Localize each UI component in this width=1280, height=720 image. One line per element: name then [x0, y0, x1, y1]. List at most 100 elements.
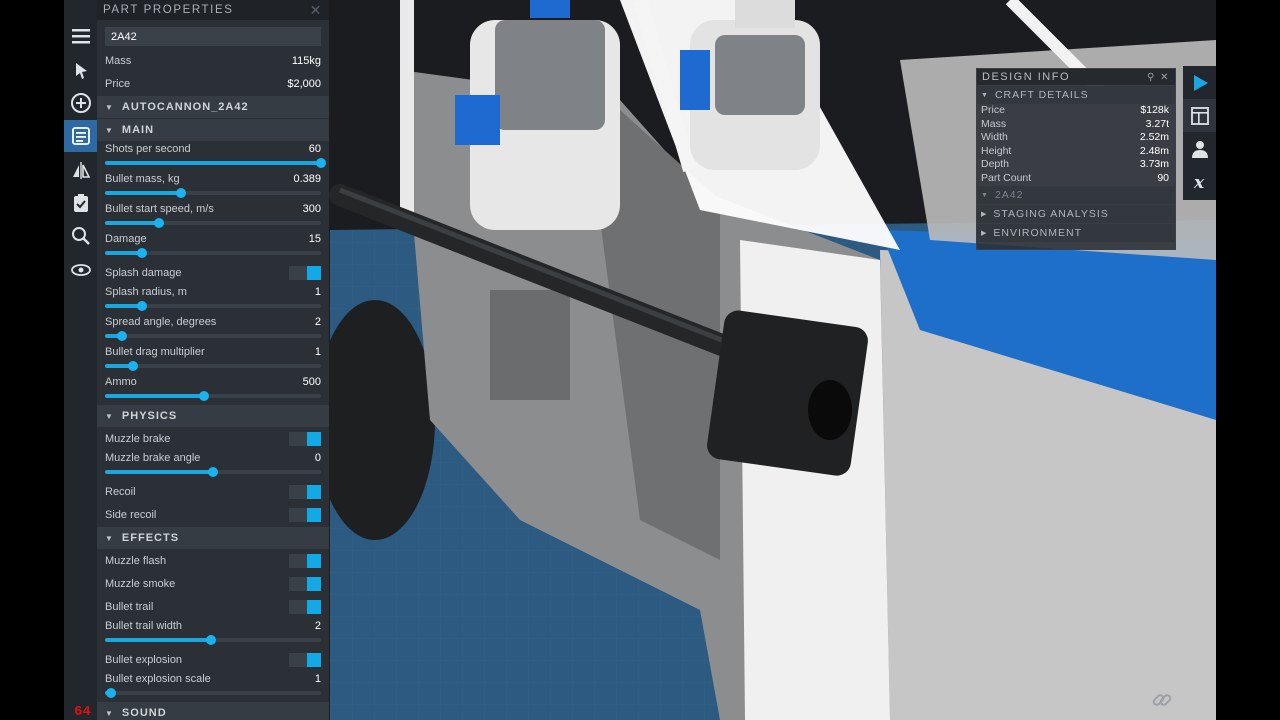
- section-sound[interactable]: ▼ SOUND: [97, 702, 329, 720]
- spread-angle-slider-handle[interactable]: [117, 331, 128, 341]
- craft-detail-value: 2.48m: [1139, 144, 1169, 157]
- price-label: Price: [105, 77, 131, 90]
- splash-damage-toggle[interactable]: [289, 265, 321, 280]
- staging-analysis-section[interactable]: ▶ STAGING ANALYSIS: [977, 205, 1175, 223]
- variables-icon[interactable]: x: [1183, 165, 1216, 198]
- bullet-trail-row: Bullet trail: [97, 595, 329, 618]
- play-icon[interactable]: [1183, 66, 1216, 99]
- bullet-trail-width-slider-handle[interactable]: [205, 635, 216, 645]
- design-info-title-bar: DESIGN INFO ⚲ ✕: [977, 69, 1175, 85]
- muzzle-brake-angle-row: Muzzle brake angle 0: [97, 450, 329, 480]
- part-properties-icon[interactable]: [64, 120, 97, 152]
- symmetry-icon[interactable]: [64, 154, 97, 186]
- bullet-mass-row: Bullet mass, kg 0.389: [97, 171, 329, 201]
- close-icon[interactable]: ✕: [310, 2, 323, 19]
- bullet-start-speed-slider[interactable]: [105, 218, 321, 228]
- muzzle-brake-angle-slider-handle[interactable]: [208, 467, 218, 477]
- price-row: Price $2,000: [97, 72, 329, 95]
- expand-triangle-icon: ▶: [981, 230, 988, 237]
- muzzle-brake-label: Muzzle brake: [105, 432, 171, 445]
- bullet-explosion-scale-slider-handle[interactable]: [106, 688, 117, 698]
- crew-icon[interactable]: [1183, 132, 1216, 165]
- pin-icon[interactable]: ⚲: [1147, 72, 1156, 83]
- bullet-explosion-toggle[interactable]: [289, 652, 321, 667]
- spread-angle-value: 2: [314, 316, 321, 328]
- close-icon[interactable]: ✕: [1160, 72, 1170, 83]
- side-recoil-row: Side recoil: [97, 503, 329, 526]
- mass-row: Mass 115kg: [97, 49, 329, 72]
- craft-detail-value: $128k: [1140, 104, 1169, 116]
- add-part-icon[interactable]: [64, 87, 97, 119]
- section-main[interactable]: ▼ MAIN: [97, 119, 329, 141]
- ammo-slider-handle[interactable]: [199, 391, 210, 401]
- environment-label: ENVIRONMENT: [993, 227, 1082, 239]
- muzzle-flash-toggle[interactable]: [289, 553, 321, 568]
- environment-section[interactable]: ▶ ENVIRONMENT: [977, 224, 1175, 242]
- collapse-triangle-icon: ▼: [981, 191, 989, 199]
- craft-detail-value: 90: [1157, 171, 1169, 184]
- section-effects[interactable]: ▼ EFFECTS: [97, 527, 329, 549]
- muzzle-brake-toggle[interactable]: [289, 431, 321, 446]
- recoil-toggle[interactable]: [289, 484, 321, 499]
- part-name-input[interactable]: [105, 27, 321, 46]
- damage-slider-handle[interactable]: [136, 248, 147, 258]
- muzzle-flash-label: Muzzle flash: [105, 554, 167, 567]
- collapse-triangle-icon: ▼: [105, 533, 114, 543]
- section-physics[interactable]: ▼ PHYSICS: [97, 405, 329, 427]
- bullet-trail-toggle[interactable]: [289, 599, 321, 614]
- bullet-drag-multiplier-slider-handle[interactable]: [128, 361, 139, 371]
- bullet-explosion-scale-slider[interactable]: [105, 688, 321, 698]
- muzzle-brake-angle-slider[interactable]: [105, 467, 321, 477]
- bullet-drag-multiplier-row: Bullet drag multiplier 1: [97, 344, 329, 374]
- craft-details-section[interactable]: ▼ CRAFT DETAILS: [977, 86, 1175, 104]
- view-icon[interactable]: [64, 254, 97, 286]
- checklist-icon[interactable]: [64, 187, 97, 219]
- bullet-mass-slider-handle[interactable]: [175, 188, 186, 198]
- ammo-slider[interactable]: [105, 391, 321, 401]
- shots-per-second-row: Shots per second 60: [97, 141, 329, 171]
- side-recoil-toggle[interactable]: [289, 507, 321, 522]
- svg-text:x: x: [1193, 173, 1205, 192]
- collapse-triangle-icon: ▼: [105, 411, 114, 421]
- muzzle-flash-row: Muzzle flash: [97, 549, 329, 572]
- price-value: $2,000: [287, 77, 321, 90]
- craft-detail-label: Part Count: [981, 171, 1032, 184]
- shots-per-second-slider[interactable]: [105, 158, 326, 168]
- splash-radius-value: 1: [314, 286, 321, 298]
- collapse-triangle-icon: ▼: [105, 125, 114, 135]
- section-autocannon-label: AUTOCANNON_2A42: [121, 101, 249, 113]
- section-sound-label: SOUND: [121, 707, 167, 719]
- right-toolbar: x: [1183, 66, 1216, 200]
- splash-radius-slider[interactable]: [105, 301, 321, 311]
- bullet-drag-multiplier-value: 1: [314, 346, 321, 358]
- craft-detail-row: Height 2.48m: [977, 145, 1175, 159]
- recoil-row: Recoil: [97, 480, 329, 503]
- spread-angle-slider[interactable]: [105, 331, 321, 341]
- link-icon[interactable]: [1150, 688, 1174, 712]
- search-icon[interactable]: [64, 220, 97, 252]
- part-section[interactable]: ▼ 2A42: [977, 186, 1175, 204]
- bullet-drag-multiplier-slider[interactable]: [105, 361, 321, 371]
- spread-angle-label: Spread angle, degrees: [105, 316, 217, 328]
- bullet-mass-slider[interactable]: [105, 188, 321, 198]
- bullet-trail-width-slider[interactable]: [105, 635, 321, 645]
- damage-slider[interactable]: [105, 248, 321, 258]
- craft-detail-value: 2.52m: [1139, 131, 1169, 143]
- muzzle-smoke-toggle[interactable]: [289, 576, 321, 591]
- craft-details-label: CRAFT DETAILS: [994, 89, 1089, 101]
- section-autocannon[interactable]: ▼ AUTOCANNON_2A42: [97, 96, 329, 118]
- splash-damage-label: Splash damage: [105, 266, 182, 279]
- design-info-icon[interactable]: [1183, 99, 1216, 132]
- staging-analysis-label: STAGING ANALYSIS: [993, 208, 1109, 220]
- shots-per-second-slider-handle[interactable]: [316, 158, 326, 168]
- craft-detail-label: Price: [981, 104, 1005, 116]
- collapse-triangle-icon: ▼: [105, 102, 114, 112]
- section-effects-label: EFFECTS: [121, 532, 180, 544]
- bullet-start-speed-slider-handle[interactable]: [154, 218, 164, 228]
- cursor-icon[interactable]: [64, 54, 97, 86]
- bullet-trail-width-row: Bullet trail width 2: [97, 618, 329, 648]
- menu-icon[interactable]: [64, 20, 97, 52]
- craft-detail-row: Depth 3.73m: [977, 158, 1175, 172]
- damage-value: 15: [308, 233, 321, 245]
- splash-radius-slider-handle[interactable]: [136, 301, 147, 311]
